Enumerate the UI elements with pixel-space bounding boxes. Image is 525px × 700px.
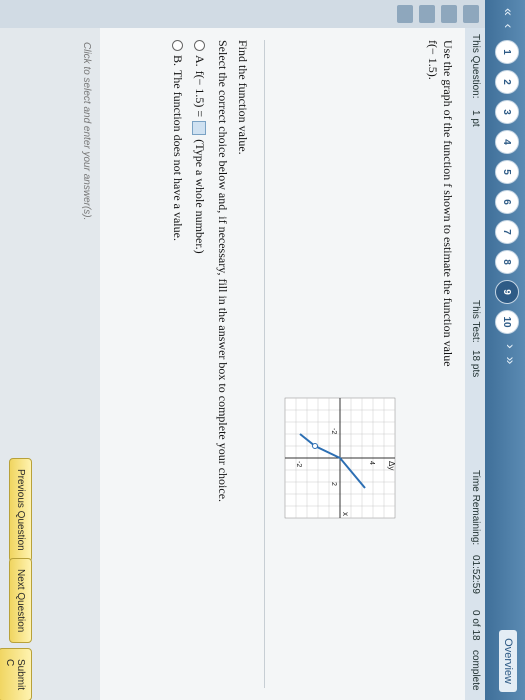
option-b-label: B. xyxy=(171,55,185,67)
question-nav-bar: « ‹ 1 2 3 4 5 6 7 8 9 10 › » Overview xyxy=(485,0,525,700)
option-b[interactable]: B. The function does not have a value. xyxy=(170,40,185,241)
answer-input[interactable] xyxy=(192,121,207,136)
tick-label: -2 xyxy=(295,461,302,467)
tick-label: 2 xyxy=(330,482,337,486)
question-number[interactable]: 7 xyxy=(495,220,519,244)
radio-a[interactable] xyxy=(194,40,205,51)
this-test-value: 18 pts xyxy=(470,350,481,378)
answer-hint: Click to select and enter your answer(s)… xyxy=(81,42,92,221)
prompt-line-1: Use the graph of the function f shown to… xyxy=(441,40,455,367)
option-a[interactable]: A. f(− 1.5) = (Type a whole number.) xyxy=(192,40,207,254)
time-remaining-label: Time Remaining: xyxy=(470,470,481,546)
y-axis-label: Δy xyxy=(387,461,396,470)
divider xyxy=(264,40,265,688)
question-number[interactable]: 1 xyxy=(495,40,519,64)
overview-button[interactable]: Overview xyxy=(499,630,517,692)
question-number[interactable]: 4 xyxy=(495,130,519,154)
left-toolbar xyxy=(0,0,485,28)
tick-label: 4 xyxy=(368,461,375,465)
function-graph: x Δy 4 -2 2 -2 xyxy=(284,397,396,519)
info-bar: This Question: 1 pt This Test: 18 pts Ti… xyxy=(465,0,485,700)
tick-label: -2 xyxy=(330,428,337,434)
prev-arrows[interactable]: « ‹ xyxy=(501,8,517,30)
time-remaining-value: 01:52:59 xyxy=(470,555,481,594)
tool-icon[interactable] xyxy=(463,5,479,23)
bottom-bar: Click to select and enter your answer(s)… xyxy=(0,28,100,700)
next-arrows[interactable]: › » xyxy=(495,344,519,366)
question-number-current[interactable]: 9 xyxy=(495,280,519,304)
question-number[interactable]: 5 xyxy=(495,160,519,184)
prompt-line-2: f(− 1.5). xyxy=(426,40,440,80)
select-instruction: Select the correct choice below and, if … xyxy=(216,40,230,503)
tool-icon[interactable] xyxy=(397,5,413,23)
radio-b[interactable] xyxy=(172,40,183,51)
find-instruction: Find the function value. xyxy=(236,40,250,155)
question-number-list: 1 2 3 4 5 6 7 8 9 10 › » xyxy=(495,40,519,366)
option-a-text-pre: f(− 1.5) = xyxy=(193,70,207,118)
question-number[interactable]: 10 xyxy=(495,310,519,334)
option-a-label: A. xyxy=(193,55,207,67)
submit-button[interactable]: Submit C xyxy=(0,648,32,700)
question-number[interactable]: 8 xyxy=(495,250,519,274)
question-number[interactable]: 6 xyxy=(495,190,519,214)
test-screen: « ‹ 1 2 3 4 5 6 7 8 9 10 › » Overview Th… xyxy=(0,0,525,700)
next-question-button[interactable]: Next Question xyxy=(9,558,32,644)
previous-question-button[interactable]: Previous Question xyxy=(9,458,32,562)
option-b-text: The function does not have a value. xyxy=(171,70,185,241)
question-number[interactable]: 2 xyxy=(495,70,519,94)
progress-complete: complete xyxy=(470,650,481,691)
this-test-label: This Test: xyxy=(470,300,481,343)
this-question-value: 1 pt xyxy=(470,110,481,127)
tool-icon[interactable] xyxy=(441,5,457,23)
question-prompt: Use the graph of the function f shown to… xyxy=(425,40,455,480)
tool-icon[interactable] xyxy=(419,5,435,23)
question-number[interactable]: 3 xyxy=(495,100,519,124)
progress-count: 0 of 18 xyxy=(470,610,481,641)
this-question-label: This Question: xyxy=(470,34,481,99)
option-a-text-post: (Type a whole number.) xyxy=(193,139,207,254)
open-point xyxy=(312,443,318,449)
x-axis-label: x xyxy=(341,512,350,516)
